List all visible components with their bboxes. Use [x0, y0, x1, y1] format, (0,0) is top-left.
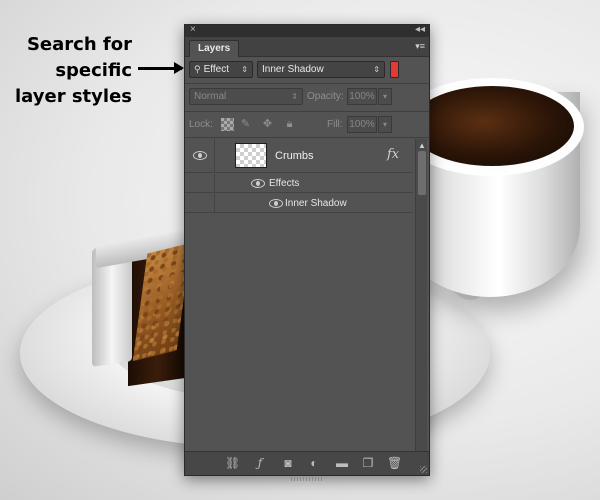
updown-arrows-icon: ⇕ — [241, 65, 248, 74]
filter-row: ⚲ Effect ⇕ Inner Shadow ⇕ — [189, 61, 425, 79]
panel-titlebar[interactable]: × ◂◂ — [185, 24, 429, 37]
effects-label: Effects — [269, 178, 300, 189]
scroll-up-icon[interactable]: ▲ — [418, 141, 426, 150]
layers-scrollbar[interactable]: ▲ — [415, 139, 427, 451]
visibility-column — [185, 174, 215, 192]
eye-icon[interactable] — [193, 151, 207, 160]
panel-resize-handle[interactable] — [291, 477, 323, 481]
fill-label: Fill: — [327, 119, 343, 130]
blend-mode-value: Normal — [194, 91, 227, 102]
divider — [185, 83, 429, 84]
updown-arrows-icon: ⇕ — [291, 92, 298, 101]
panel-menu-icon[interactable]: ▾≡ — [415, 41, 425, 52]
callout-line-1: Search for — [26, 34, 132, 55]
add-style-icon[interactable]: ƒ — [253, 457, 267, 470]
divider — [185, 137, 429, 138]
divider — [185, 111, 429, 112]
callout-line-3: layer styles — [15, 86, 132, 107]
resize-grip-icon[interactable] — [420, 466, 427, 473]
layer-row-crumbs[interactable]: Crumbs fx — [185, 139, 413, 173]
search-icon: ⚲ — [194, 64, 201, 74]
blend-mode-dropdown[interactable]: Normal ⇕ — [189, 88, 303, 105]
blend-row: Normal ⇕ Opacity: 100% ▾ — [189, 88, 425, 106]
scroll-thumb[interactable] — [418, 151, 426, 195]
trash-icon[interactable]: 🗑︎ — [387, 457, 402, 470]
fx-icon[interactable]: fx — [387, 147, 399, 162]
collapse-icon[interactable]: ◂◂ — [415, 24, 425, 36]
callout-arrow — [138, 62, 184, 74]
close-icon[interactable]: × — [190, 24, 196, 36]
new-layer-icon[interactable]: ❐ — [361, 457, 375, 470]
tab-layers[interactable]: Layers — [189, 40, 240, 57]
panel-bottom-toolbar: ⛓︎ ƒ ◙ ◐ ▬ ❐ 🗑︎ — [185, 451, 429, 475]
new-group-icon[interactable]: ▬ — [335, 457, 349, 470]
lock-label: Lock: — [189, 119, 213, 130]
coffee-surface — [410, 86, 574, 166]
lock-move-icon[interactable]: ✥ — [261, 118, 274, 131]
lock-row: Lock: ✎ ✥ 🔒︎ Fill: 100% ▾ — [189, 116, 425, 134]
filter-type-dropdown[interactable]: ⚲ Effect ⇕ — [189, 61, 253, 78]
callout-line-2: specific — [55, 60, 132, 81]
visibility-column — [185, 139, 215, 172]
panel-tabbar: Layers ▾≡ — [185, 37, 429, 57]
layer-name: Crumbs — [275, 150, 314, 162]
fill-slider-toggle[interactable]: ▾ — [378, 116, 392, 133]
lock-brush-icon[interactable]: ✎ — [239, 118, 252, 131]
layers-panel: × ◂◂ Layers ▾≡ ⚲ Effect ⇕ Inner Shadow ⇕ … — [184, 24, 430, 481]
opacity-slider-toggle[interactable]: ▾ — [378, 88, 392, 105]
adjustment-layer-icon[interactable]: ◐ — [307, 457, 321, 470]
lock-all-icon[interactable]: 🔒︎ — [283, 118, 296, 131]
updown-arrows-icon: ⇕ — [373, 65, 380, 74]
effect-row-inner-shadow[interactable]: Inner Shadow — [185, 194, 413, 213]
eye-icon[interactable] — [251, 179, 265, 188]
filter-style-dropdown[interactable]: Inner Shadow ⇕ — [257, 61, 385, 78]
opacity-input[interactable]: 100% — [347, 88, 377, 105]
opacity-label: Opacity: — [307, 91, 344, 102]
filter-type-value: Effect — [203, 64, 229, 75]
effects-row[interactable]: Effects — [185, 174, 413, 193]
layers-list: Crumbs fx Effects Inner Shadow ▲ — [185, 139, 429, 451]
fill-input[interactable]: 100% — [347, 116, 377, 133]
lock-transparent-icon[interactable] — [221, 118, 234, 131]
link-layers-icon[interactable]: ⛓︎ — [225, 457, 240, 470]
effect-name: Inner Shadow — [285, 198, 347, 209]
add-mask-icon[interactable]: ◙ — [281, 457, 295, 470]
filter-toggle-switch[interactable] — [390, 61, 399, 78]
callout-text: Search for specific layer styles — [14, 32, 132, 110]
layer-thumbnail — [235, 143, 267, 168]
visibility-column — [185, 194, 215, 212]
filter-style-value: Inner Shadow — [262, 64, 324, 75]
eye-icon[interactable] — [269, 199, 283, 208]
